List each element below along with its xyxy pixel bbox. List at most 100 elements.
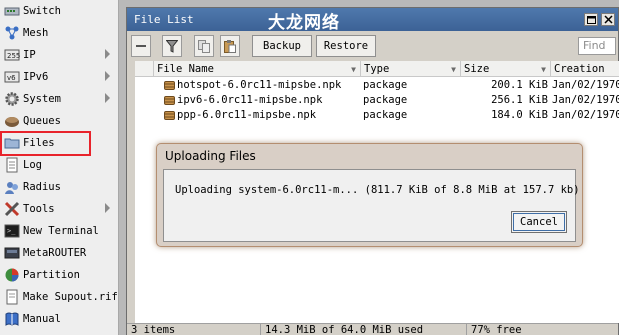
package-file-icon bbox=[164, 81, 175, 90]
submenu-arrow-icon bbox=[105, 49, 110, 59]
copy-button[interactable] bbox=[194, 35, 214, 57]
sidebar: Switch Mesh 255 IP v6 IPv6 System Queues bbox=[0, 0, 119, 335]
sidebar-item-label: Queues bbox=[23, 115, 61, 127]
table-row[interactable]: ppp-6.0rc11-mipsbe.npk package 184.0 KiB… bbox=[135, 108, 619, 123]
metarouter-icon bbox=[4, 245, 20, 261]
partition-icon bbox=[4, 267, 20, 283]
sidebar-item-log[interactable]: Log bbox=[0, 154, 118, 176]
files-highlight-box bbox=[0, 131, 91, 156]
sort-dropdown-icon: ▼ bbox=[541, 65, 546, 74]
sidebar-item-label: New Terminal bbox=[23, 225, 99, 237]
file-name-cell: ppp-6.0rc11-mipsbe.npk bbox=[177, 109, 317, 121]
paste-button[interactable] bbox=[220, 35, 240, 57]
window-title: File List bbox=[134, 13, 194, 26]
ipv6-icon: v6 bbox=[4, 69, 20, 85]
package-file-icon bbox=[164, 96, 175, 105]
close-button[interactable] bbox=[601, 13, 615, 26]
sidebar-item-partition[interactable]: Partition bbox=[0, 264, 118, 286]
sidebar-item-label: Mesh bbox=[23, 27, 49, 39]
sidebar-item-label: IP bbox=[23, 49, 36, 61]
file-creation-cell: Jan/02/1970 bbox=[552, 79, 619, 91]
filter-button[interactable] bbox=[162, 35, 182, 57]
sidebar-item-system[interactable]: System bbox=[0, 88, 118, 110]
queues-icon bbox=[4, 113, 20, 129]
table-row[interactable]: hotspot-6.0rc11-mipsbe.npk package 200.1… bbox=[135, 78, 619, 93]
sidebar-item-manual[interactable]: Manual bbox=[0, 308, 118, 330]
sort-dropdown-icon: ▼ bbox=[351, 65, 356, 74]
svg-text:v6: v6 bbox=[7, 74, 16, 82]
dialog-body: Uploading system-6.0rc11-m... (811.7 KiB… bbox=[163, 169, 580, 242]
sidebar-item-tools[interactable]: Tools bbox=[0, 198, 118, 220]
sidebar-item-label: MetaROUTER bbox=[23, 247, 87, 259]
maximize-button[interactable] bbox=[584, 13, 598, 26]
sidebar-item-label: Log bbox=[23, 159, 42, 171]
svg-text:>_: >_ bbox=[7, 227, 16, 235]
status-item-count: 3 items bbox=[127, 324, 261, 335]
table-header: File Name ▼ Type ▼ Size ▼ Creation bbox=[135, 61, 619, 77]
sidebar-item-switch[interactable]: Switch bbox=[0, 0, 118, 22]
submenu-arrow-icon bbox=[105, 203, 110, 213]
submenu-arrow-icon bbox=[105, 93, 110, 103]
sidebar-item-ip[interactable]: 255 IP bbox=[0, 44, 118, 66]
sidebar-item-radius[interactable]: Radius bbox=[0, 176, 118, 198]
file-creation-cell: Jan/02/1970 bbox=[552, 94, 619, 106]
upload-progress-message: Uploading system-6.0rc11-m... (811.7 KiB… bbox=[175, 184, 580, 196]
restore-button[interactable]: Restore bbox=[316, 35, 376, 57]
column-header-label: Size bbox=[464, 63, 490, 75]
column-header-type[interactable]: Type ▼ bbox=[361, 61, 461, 77]
tools-icon bbox=[4, 201, 20, 217]
sidebar-item-label: Radius bbox=[23, 181, 61, 193]
file-name-cell: ipv6-6.0rc11-mipsbe.npk bbox=[177, 94, 323, 106]
cancel-button[interactable]: Cancel bbox=[511, 211, 567, 233]
sidebar-item-label: Switch bbox=[23, 5, 61, 17]
status-free-space: 77% free bbox=[471, 324, 522, 335]
sidebar-item-mesh[interactable]: Mesh bbox=[0, 22, 118, 44]
sidebar-item-label: System bbox=[23, 93, 61, 105]
sidebar-item-queues[interactable]: Queues bbox=[0, 110, 118, 132]
file-name-cell: hotspot-6.0rc11-mipsbe.npk bbox=[177, 79, 342, 91]
column-header-select[interactable] bbox=[135, 61, 154, 77]
mesh-icon bbox=[4, 25, 20, 41]
remove-button[interactable] bbox=[131, 35, 151, 57]
paste-icon bbox=[224, 39, 236, 53]
status-bar: 3 items 14.3 MiB of 64.0 MiB used 77% fr… bbox=[127, 323, 618, 335]
file-size-cell: 256.1 KiB bbox=[491, 94, 548, 106]
status-disk-usage: 14.3 MiB of 64.0 MiB used bbox=[261, 324, 467, 335]
file-type-cell: package bbox=[363, 109, 408, 121]
gear-icon bbox=[4, 91, 20, 107]
submenu-arrow-icon bbox=[105, 71, 110, 81]
find-input[interactable]: Find bbox=[578, 37, 616, 55]
file-type-cell: package bbox=[363, 94, 408, 106]
switch-icon bbox=[4, 3, 20, 19]
terminal-icon: >_ bbox=[4, 223, 20, 239]
package-file-icon bbox=[164, 111, 175, 120]
dialog-title: Uploading Files bbox=[165, 149, 256, 163]
column-header-label: Type bbox=[364, 63, 390, 75]
sidebar-item-label: Make Supout.rif bbox=[23, 291, 118, 303]
watermark-text: 大龙网络 bbox=[268, 13, 340, 33]
column-header-creation[interactable]: Creation bbox=[551, 61, 619, 77]
sidebar-item-label: IPv6 bbox=[23, 71, 49, 83]
file-size-cell: 200.1 KiB bbox=[491, 79, 548, 91]
backup-button[interactable]: Backup bbox=[252, 35, 312, 57]
filter-icon bbox=[166, 39, 178, 53]
sidebar-item-metarouter[interactable]: MetaROUTER bbox=[0, 242, 118, 264]
radius-icon bbox=[4, 179, 20, 195]
sort-dropdown-icon: ▼ bbox=[451, 65, 456, 74]
sidebar-item-label: Tools bbox=[23, 203, 55, 215]
manual-icon bbox=[4, 311, 20, 327]
upload-dialog: Uploading Files Uploading system-6.0rc11… bbox=[156, 143, 583, 247]
column-header-label: File Name bbox=[157, 63, 214, 75]
column-header-size[interactable]: Size ▼ bbox=[461, 61, 551, 77]
column-header-label: Creation bbox=[554, 63, 605, 75]
log-icon bbox=[4, 157, 20, 173]
sidebar-item-ipv6[interactable]: v6 IPv6 bbox=[0, 66, 118, 88]
window-titlebar[interactable]: File List 大龙网络 bbox=[127, 8, 618, 33]
sidebar-item-new-terminal[interactable]: >_ New Terminal bbox=[0, 220, 118, 242]
sidebar-item-label: Partition bbox=[23, 269, 80, 281]
toolbar: Backup Restore Find bbox=[127, 31, 618, 61]
sidebar-item-make-supout[interactable]: Make Supout.rif bbox=[0, 286, 118, 308]
column-header-file-name[interactable]: File Name ▼ bbox=[154, 61, 361, 77]
table-row[interactable]: ipv6-6.0rc11-mipsbe.npk package 256.1 Ki… bbox=[135, 93, 619, 108]
ip-icon: 255 bbox=[4, 47, 20, 63]
